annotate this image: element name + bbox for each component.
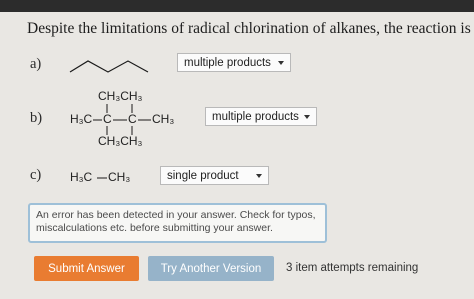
part-a-label: a) [30,56,42,72]
answer-select-b-value: multiple products [212,110,299,123]
answer-select-c[interactable]: single product [160,166,269,185]
molecule-b-bonds [93,104,151,135]
answer-select-a[interactable]: multiple products [177,53,291,72]
submit-answer-button[interactable]: Submit Answer [34,256,139,281]
top-bar [0,0,474,12]
answer-select-a-value: multiple products [184,56,271,69]
molecule-b-structure: CH₃CH₃ H₃C C C CH₃ CH₃CH₃ [65,84,190,148]
chevron-down-icon [256,174,262,178]
try-another-version-button[interactable]: Try Another Version [148,256,274,281]
molecule-a-skeletal-structure [69,60,149,73]
part-b-label: b) [30,110,43,126]
answer-select-b[interactable]: multiple products [205,107,317,126]
part-c-label: c) [30,167,42,183]
attempts-remaining: 3 item attempts remaining [286,262,419,274]
answer-select-c-value: single product [167,169,239,182]
error-message: An error has been detected in your answe… [28,203,327,243]
chevron-down-icon [304,115,310,119]
question-text: Despite the limitations of radical chlor… [27,20,474,37]
molecule-c-right: CH₃ [108,170,131,184]
chevron-down-icon [278,61,284,65]
molecule-c-structure: H₃C CH₃ [70,170,150,188]
